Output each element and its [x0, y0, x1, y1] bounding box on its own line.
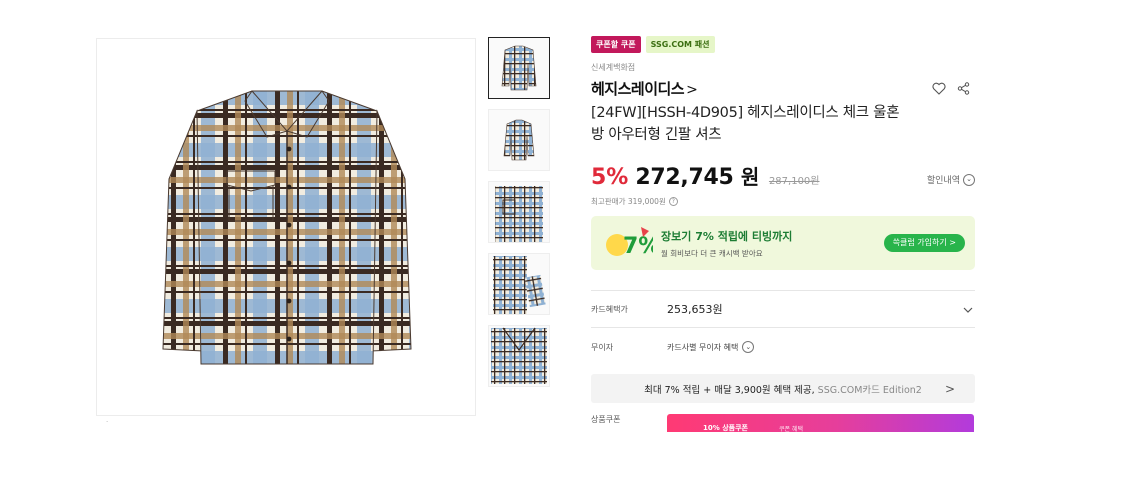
thumbnail-list — [488, 37, 550, 397]
badge-row: 쿠폰할 쿠폰 SSG.COM 패션 — [591, 36, 975, 53]
interest-free-label: 무이자 — [591, 342, 614, 352]
thumbnail-image — [493, 256, 546, 314]
brand-row: 헤지스레이디스 > — [591, 77, 975, 99]
image-indicator: · — [106, 418, 109, 426]
heart-icon[interactable] — [931, 80, 947, 96]
original-price: 287,100원 — [768, 176, 820, 187]
promo-text: 장보기 7% 적립에 티빙까지 월 회비보다 더 큰 캐시백 받아요 — [661, 228, 792, 259]
product-title-line1: [24FW][HSSH-4D905] 헤지스레이디스 체크 울혼 — [591, 105, 900, 121]
chevron-right-icon: > — [944, 381, 955, 396]
card-benefit-label: 카드혜택가 — [591, 304, 628, 314]
product-coupon-label: 상품쿠폰 — [591, 415, 621, 424]
thumbnail-1[interactable] — [488, 37, 550, 99]
ssg-club-join-button[interactable]: 쓱클럽 가입하기 > — [883, 234, 965, 252]
thumbnail-image — [491, 327, 547, 384]
chevron-down-icon[interactable] — [961, 302, 975, 316]
discount-detail-button[interactable]: 할인내역 ⌄ — [927, 173, 975, 186]
ssg-club-promo[interactable]: 7% 장보기 7% 적립에 티빙까지 월 회비보다 더 큰 캐시백 받아요 쓱클… — [591, 216, 975, 270]
sale-price-unit: 원 — [740, 165, 759, 189]
thumbnail-2[interactable] — [488, 109, 550, 171]
price-group: 5% 272,745 원 287,100원 — [591, 161, 820, 190]
card-benefit-row[interactable]: 카드혜택가 253,653원 — [591, 291, 975, 327]
coupon-badge: 쿠폰할 쿠폰 — [591, 36, 641, 53]
brand-actions — [931, 80, 971, 96]
thumbnail-image — [501, 45, 537, 91]
sale-price: 272,745 원 — [635, 161, 759, 190]
plaid-shirt-image — [162, 90, 412, 365]
benefit-bar-text: 최대 7% 적립 + 매달 3,900원 혜택 제공, — [644, 384, 815, 396]
ssg-fashion-badge: SSG.COM 패션 — [645, 36, 715, 53]
product-title-line2: 방 아우터형 긴팔 셔츠 — [591, 127, 722, 143]
coupon-download-button[interactable]: 10% 상품쿠폰 쿠폰 혜택 — [667, 414, 974, 433]
sale-price-amount: 272,745 — [635, 165, 734, 190]
thumbnail-5[interactable] — [488, 325, 550, 387]
brand-chevron-icon: > — [686, 81, 698, 98]
share-icon[interactable] — [955, 80, 971, 96]
question-icon[interactable]: ? — [668, 197, 678, 206]
product-info: 쿠폰할 쿠폰 SSG.COM 패션 신세계백화점 헤지스레이디스 > [24FW]… — [591, 36, 975, 436]
chevron-down-icon: ⌄ — [742, 341, 755, 353]
promo-subtitle: 월 회비보다 더 큰 캐시백 받아요 — [661, 248, 763, 258]
thumbnail-image — [495, 186, 543, 242]
discount-rate: 5% — [591, 165, 629, 190]
interest-free-row: 무이자 카드사별 무이자 혜택 ⌄ — [591, 328, 975, 366]
main-product-image[interactable] — [96, 38, 476, 416]
product-coupon-row: 상품쿠폰 10% 상품쿠폰 쿠폰 혜택 — [591, 414, 975, 436]
max-sale-price-label: 최고판매가 319,000원 — [591, 197, 666, 206]
thumbnail-image — [503, 119, 535, 161]
benefit-bar-card-name: SSG.COM카드 Edition2 — [817, 384, 922, 396]
discount-detail-label: 할인내역 — [926, 176, 960, 186]
chevron-down-icon: ⌄ — [963, 173, 975, 186]
store-name[interactable]: 신세계백화점 — [591, 62, 975, 73]
thumbnail-4[interactable] — [488, 253, 550, 315]
thumbnail-3[interactable] — [488, 181, 550, 243]
brand-name: 헤지스레이디스 — [591, 79, 685, 98]
product-title: [24FW][HSSH-4D905] 헤지스레이디스 체크 울혼 방 아우터형 … — [591, 102, 975, 146]
seven-percent-logo-icon: 7% — [606, 227, 653, 259]
coupon-button-subtext: 쿠폰 혜택 — [779, 426, 803, 433]
promo-title: 장보기 7% 적립에 티빙까지 — [661, 229, 793, 243]
ssg-card-benefit-bar[interactable]: 최대 7% 적립 + 매달 3,900원 혜택 제공, SSG.COM카드 Ed… — [591, 374, 975, 403]
interest-free-link[interactable]: 카드사별 무이자 혜택 ⌄ — [667, 341, 755, 353]
price-row: 5% 272,745 원 287,100원 할인내역 ⌄ — [591, 162, 975, 190]
interest-free-text: 카드사별 무이자 혜택 — [667, 342, 739, 352]
max-sale-price: 최고판매가 319,000원 ? — [591, 196, 975, 207]
coupon-button-text: 10% 상품쿠폰 — [703, 424, 748, 432]
card-benefit-price: 253,653원 — [667, 303, 723, 316]
svg-text:7%: 7% — [623, 234, 653, 259]
brand-link[interactable]: 헤지스레이디스 > — [591, 78, 698, 99]
